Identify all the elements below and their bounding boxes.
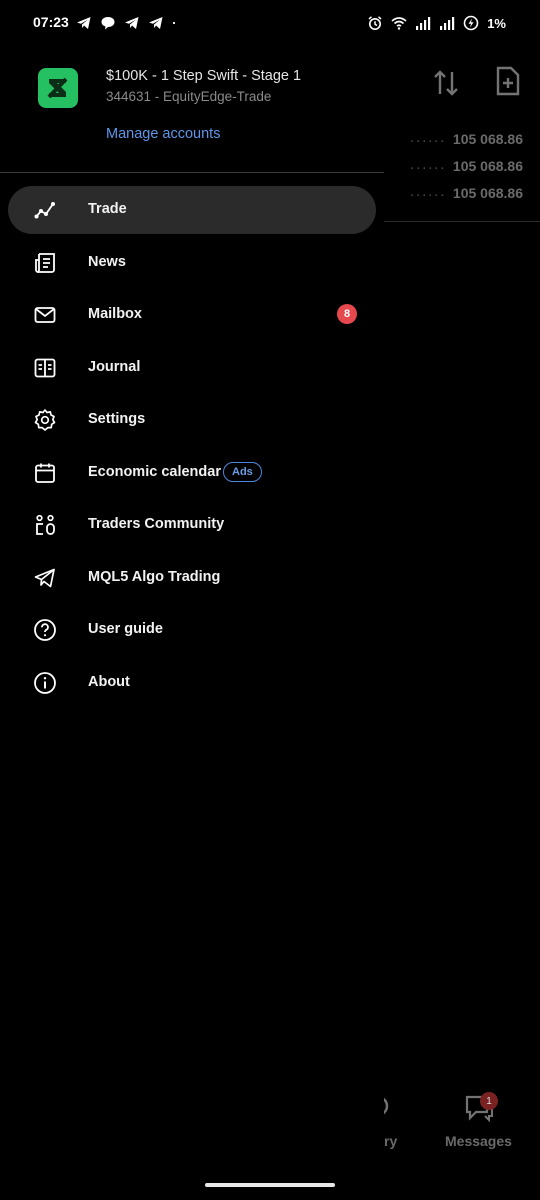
telegram-icon [125, 17, 139, 29]
manage-accounts-link[interactable]: Manage accounts [106, 126, 220, 142]
signal-icon [440, 17, 455, 30]
gear-icon [34, 409, 56, 431]
background-app: ...... 105 068.86 ...... 105 068.86 ....… [378, 46, 540, 1200]
mail-icon [34, 307, 56, 323]
account-number: 344631 - EquityEdge-Trade [106, 89, 272, 104]
alarm-icon [368, 16, 382, 30]
telegram-icon [77, 17, 91, 29]
messages-badge: 1 [480, 1092, 498, 1110]
community-icon [36, 514, 55, 535]
menu-item-economic-calendar[interactable]: Economic calendar Ads [0, 449, 384, 502]
menu-item-label: Trade [88, 201, 127, 217]
signal-icon [416, 17, 431, 30]
new-document-icon [496, 66, 520, 96]
system-icons: 1% [367, 14, 506, 32]
menu-item-label: Settings [88, 411, 146, 427]
menu-item-label: Mailbox [88, 306, 142, 322]
info-icon [34, 671, 56, 694]
journal-icon [34, 358, 56, 377]
history-tab-label: ry [384, 1133, 398, 1149]
background-value: 105 068.86 [452, 131, 523, 147]
chat-bubble-icon [101, 17, 115, 30]
trade-chart-icon [34, 202, 55, 219]
notification-icons [76, 14, 180, 32]
background-value-row: ...... 105 068.86 [410, 185, 523, 201]
background-divider [384, 221, 540, 222]
menu-item-news[interactable]: News [0, 239, 384, 292]
status-time: 07:23 [33, 14, 69, 30]
wifi-icon [391, 17, 407, 30]
battery-percentage: 1% [487, 15, 506, 31]
drawer-menu: Trade News Mailbox 8 Journal Settings Ec… [0, 186, 384, 711]
calendar-icon [35, 463, 55, 483]
dot-icon [172, 21, 176, 25]
menu-item-label: MQL5 Algo Trading [88, 568, 221, 585]
navigation-drawer: $100K - 1 Step Swift - Stage 1 344631 - … [0, 46, 384, 1200]
sort-arrows-icon [434, 70, 458, 96]
status-bar: 07:23 1% [0, 0, 540, 46]
battery-charging-icon [463, 15, 479, 31]
menu-item-user-guide[interactable]: User guide [0, 606, 384, 659]
menu-item-trade[interactable]: Trade [0, 186, 384, 239]
background-value: 105 068.86 [452, 185, 523, 201]
send-icon [34, 568, 55, 587]
menu-item-label: News [88, 253, 126, 270]
account-name: $100K - 1 Step Swift - Stage 1 [106, 68, 302, 84]
menu-item-label: Economic calendar [88, 463, 221, 480]
menu-item-journal[interactable]: Journal [0, 344, 384, 397]
account-header[interactable]: $100K - 1 Step Swift - Stage 1 344631 - … [0, 46, 384, 172]
menu-item-label: Traders Community [88, 516, 225, 532]
background-value-row: ...... 105 068.86 [410, 158, 523, 174]
menu-item-label: About [88, 673, 130, 690]
ads-tag: Ads [223, 461, 262, 482]
help-icon [34, 619, 56, 641]
broker-logo [38, 68, 78, 108]
menu-item-mql5-algo-trading[interactable]: MQL5 Algo Trading [0, 554, 384, 607]
menu-item-label: User guide [88, 621, 163, 637]
messages-tab-label: Messages [445, 1133, 512, 1149]
background-value-row: ...... 105 068.86 [410, 131, 523, 147]
menu-item-traders-community[interactable]: Traders Community [0, 501, 384, 554]
menu-item-label: Journal [88, 358, 141, 375]
menu-item-about[interactable]: About [0, 659, 384, 712]
menu-item-mailbox[interactable]: Mailbox 8 [0, 291, 384, 344]
telegram-icon [149, 17, 163, 29]
news-icon [35, 252, 55, 273]
menu-item-settings[interactable]: Settings [0, 396, 384, 449]
drawer-divider [0, 172, 384, 173]
home-indicator[interactable] [205, 1183, 335, 1187]
background-value: 105 068.86 [452, 158, 523, 174]
mailbox-unread-badge: 8 [337, 304, 357, 324]
